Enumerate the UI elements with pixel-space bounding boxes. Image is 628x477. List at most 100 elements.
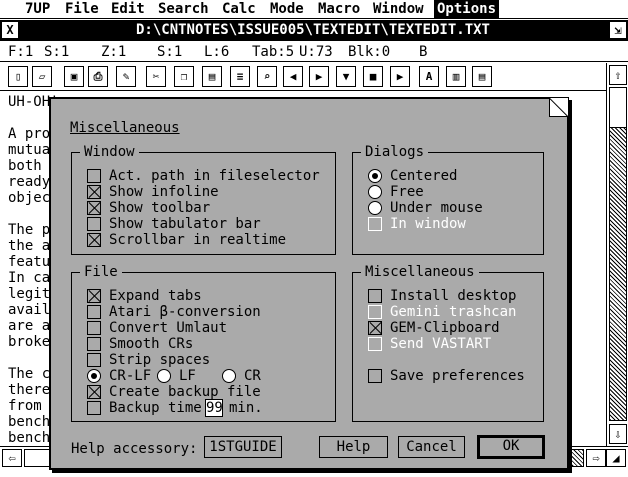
right-arrow-icon[interactable]: ▶	[309, 66, 329, 87]
window-group-title: Window	[80, 144, 139, 160]
info-u: U:73	[299, 44, 333, 60]
text-line: objec	[8, 190, 51, 206]
vertical-scroll-thumb[interactable]	[610, 88, 626, 128]
menu-window[interactable]: Window	[370, 0, 427, 18]
checkbox[interactable]	[87, 337, 101, 351]
info-font: F:1	[8, 44, 34, 60]
radio-button[interactable]	[87, 369, 101, 383]
text-line: both	[8, 158, 42, 174]
scroll-left-icon[interactable]: ⇦	[2, 449, 22, 467]
menu-7up[interactable]: 7UP	[22, 0, 53, 18]
dialogs-group: Dialogs Centered Free Under mouse In win…	[352, 144, 544, 255]
text-line: A pro	[8, 126, 51, 142]
print-icon[interactable]: ⎙	[88, 66, 108, 87]
checkbox[interactable]	[87, 385, 101, 399]
radio-button[interactable]	[222, 369, 236, 383]
radio-button[interactable]	[368, 169, 382, 183]
checkbox[interactable]	[87, 169, 101, 183]
file-group-title: File	[80, 264, 122, 280]
copy-icon[interactable]: ❐	[174, 66, 194, 87]
menu-file[interactable]: File	[62, 0, 102, 18]
open-file-icon[interactable]: ▱	[32, 66, 52, 87]
play-icon[interactable]: ▶	[390, 66, 410, 87]
text-line: there	[8, 382, 51, 398]
text-line: In ca	[8, 270, 51, 286]
checkbox[interactable]	[87, 289, 101, 303]
dialog-title: Miscellaneous	[70, 120, 180, 136]
scroll-down-icon[interactable]: ⇩	[609, 424, 627, 444]
text-line: from	[8, 398, 42, 414]
info-line: L:6	[204, 44, 230, 60]
text-line: bench	[8, 414, 51, 430]
fuller-icon[interactable]: ⇲	[609, 21, 627, 39]
cancel-button[interactable]: Cancel	[398, 436, 465, 458]
checkbox	[368, 217, 382, 231]
checkbox	[368, 305, 382, 319]
save-icon[interactable]: ▣	[64, 66, 84, 87]
help-accessory-label: Help accessory:	[71, 441, 198, 457]
text-line: ready	[8, 174, 51, 190]
font-icon[interactable]: A	[419, 66, 439, 87]
misc-group: Miscellaneous Install desktop Gemini tra…	[352, 264, 544, 422]
radio-button[interactable]	[157, 369, 171, 383]
text-line: The c	[8, 366, 51, 382]
backup-time-input[interactable]: 99	[205, 399, 223, 417]
info-block: Blk:0	[348, 44, 391, 60]
find-icon[interactable]: ⌕	[257, 66, 277, 87]
radio-button[interactable]	[368, 185, 382, 199]
checkbox[interactable]	[87, 305, 101, 319]
misc-group-title: Miscellaneous	[361, 264, 479, 280]
info-mode: B	[419, 44, 428, 60]
checkbox[interactable]	[87, 233, 101, 247]
format-icon[interactable]: ≡	[230, 66, 250, 87]
menu-edit[interactable]: Edit	[108, 0, 148, 18]
window-group: Window Act. path in fileselector Show in…	[71, 144, 336, 255]
new-file-icon[interactable]: ▯	[8, 66, 28, 87]
checkbox[interactable]	[87, 185, 101, 199]
info-spacing: S:1	[157, 44, 183, 60]
list-icon[interactable]: ▤	[472, 66, 492, 87]
vertical-scrollbar[interactable]: ⇧ ⇩	[606, 63, 628, 446]
menu-mode[interactable]: Mode	[267, 0, 307, 18]
resize-icon[interactable]: ◢	[606, 449, 626, 467]
checkbox[interactable]	[87, 353, 101, 367]
checkbox[interactable]	[368, 321, 382, 335]
info-zoom: Z:1	[101, 44, 127, 60]
left-arrow-icon[interactable]: ◀	[283, 66, 303, 87]
checkbox[interactable]	[368, 369, 382, 383]
menu-options[interactable]: Options	[434, 0, 500, 18]
info-size: S:1	[44, 44, 70, 60]
text-line: bench	[8, 430, 51, 446]
vertical-scroll-track[interactable]	[609, 87, 627, 421]
window-title: D:\CNTNOTES\ISSUE005\TEXTEDIT\TEXTEDIT.T…	[135, 22, 490, 38]
menu-calc[interactable]: Calc	[219, 0, 259, 18]
window-title-bar[interactable]: X D:\CNTNOTES\ISSUE005\TEXTEDIT\TEXTEDIT…	[0, 20, 628, 41]
edit-icon[interactable]: ✎	[116, 66, 136, 87]
menu-search[interactable]: Search	[155, 0, 212, 18]
cut-icon[interactable]: ✂	[146, 66, 166, 87]
down-icon[interactable]: ▼	[336, 66, 356, 87]
text-line: the a	[8, 238, 51, 254]
scroll-up-icon[interactable]: ⇧	[609, 65, 627, 85]
info-tab: Tab:5	[252, 44, 295, 60]
checkbox[interactable]	[87, 201, 101, 215]
text-line: legit	[8, 286, 51, 302]
menu-macro[interactable]: Macro	[315, 0, 363, 18]
checkbox	[368, 337, 382, 351]
checkbox[interactable]	[87, 401, 101, 415]
scroll-right-icon[interactable]: ⇨	[586, 449, 606, 467]
paste-icon[interactable]: ▤	[202, 66, 222, 87]
help-accessory-button[interactable]: 1STGUIDE	[204, 436, 282, 458]
panels-icon[interactable]: ▥	[446, 66, 466, 87]
stop-icon[interactable]: ■	[363, 66, 383, 87]
dialog-move-corner-icon[interactable]	[549, 97, 569, 117]
infoline: F:1 S:1 Z:1 S:1 L:6 Tab:5 U:73 Blk:0 B	[0, 42, 628, 62]
checkbox[interactable]	[87, 217, 101, 231]
help-button[interactable]: Help	[319, 436, 388, 458]
checkbox[interactable]	[87, 321, 101, 335]
radio-button[interactable]	[368, 201, 382, 215]
checkbox[interactable]	[368, 289, 382, 303]
text-line: broke	[8, 334, 51, 350]
ok-button[interactable]: OK	[477, 435, 545, 459]
text-line: featu	[8, 254, 51, 270]
